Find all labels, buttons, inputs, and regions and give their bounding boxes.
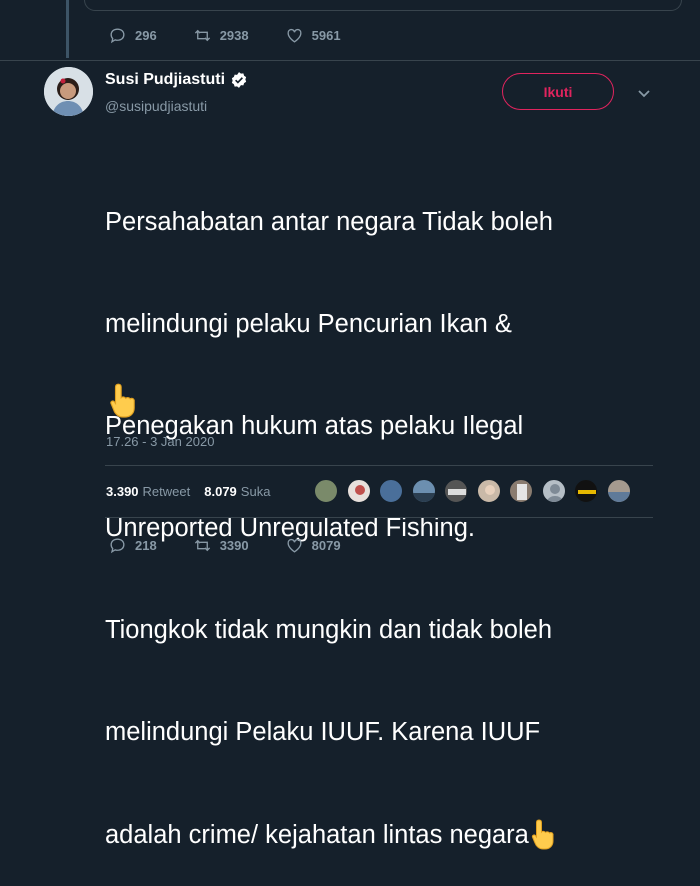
liker-avatar[interactable] [541, 479, 566, 503]
liker-avatar[interactable] [476, 479, 501, 503]
previous-tweet-action-bar: 296 2938 5961 [108, 26, 377, 45]
tweet-line: melindungi pelaku Pencurian Ikan & [105, 310, 512, 338]
liker-avatar[interactable] [574, 479, 598, 503]
point-up-hand-icon [110, 383, 135, 418]
verified-badge-icon [231, 72, 247, 88]
tweet-text: Persahabatan antar negara Tidak boleh me… [105, 137, 665, 886]
tweet-timestamp[interactable]: 17.26 - 3 Jan 2020 [106, 434, 214, 449]
liker-avatar[interactable] [314, 479, 338, 503]
point-up-hand-icon [531, 819, 554, 850]
liker-avatar[interactable] [606, 479, 631, 503]
engagement-stats: 3.390 Retweet 8.079 Suka [106, 484, 284, 499]
heart-icon [287, 538, 302, 553]
avatar[interactable] [44, 67, 93, 116]
retweet-icon [194, 29, 210, 42]
stats-divider-top [105, 465, 653, 466]
reply-icon [110, 28, 125, 44]
reply-button[interactable]: 296 [108, 26, 157, 45]
likes-label[interactable]: Suka [241, 484, 271, 499]
tweet-line-text: adalah crime/ kejahatan lintas negara [105, 821, 529, 849]
liker-avatar[interactable] [509, 479, 533, 503]
tweet-line: melindungi Pelaku IUUF. Karena IUUF [105, 718, 541, 746]
chevron-down-icon[interactable] [636, 86, 652, 102]
follow-button[interactable]: Ikuti [502, 73, 614, 110]
like-count: 8079 [311, 538, 341, 553]
liker-avatar[interactable] [444, 479, 468, 503]
likers-avatars [314, 479, 639, 503]
like-count: 5961 [311, 28, 341, 43]
retweet-icon [194, 539, 210, 552]
liker-avatar[interactable] [411, 479, 436, 503]
section-divider [0, 60, 700, 61]
author-handle[interactable]: @susipudjiastuti [105, 98, 207, 114]
retweets-label[interactable]: Retweet [143, 484, 191, 499]
reply-button[interactable]: 218 [108, 536, 157, 555]
stats-divider-bottom [105, 517, 653, 518]
retweets-count[interactable]: 3.390 [106, 484, 139, 499]
reply-icon [110, 538, 125, 554]
reply-count: 218 [135, 538, 157, 553]
retweet-count: 3390 [219, 538, 249, 553]
heart-icon [287, 28, 302, 43]
author-name-row: Susi Pudjiastuti [105, 71, 248, 89]
retweet-button[interactable]: 2938 [193, 26, 249, 45]
liker-avatar[interactable] [346, 479, 371, 503]
tweet-line: adalah crime/ kejahatan lintas negara [105, 817, 665, 852]
tweet-line: Tiongkok tidak mungkin dan tidak boleh [105, 616, 552, 644]
tweet-line: Persahabatan antar negara Tidak boleh [105, 208, 553, 236]
thread-connector-line [66, 0, 69, 58]
likes-count[interactable]: 8.079 [204, 484, 237, 499]
tweet-action-bar: 218 3390 8079 [108, 536, 377, 555]
like-button[interactable]: 8079 [285, 536, 341, 555]
reply-count: 296 [135, 28, 157, 43]
retweet-count: 2938 [219, 28, 249, 43]
author-name[interactable]: Susi Pudjiastuti [105, 71, 225, 89]
liker-avatar[interactable] [379, 479, 403, 503]
like-button[interactable]: 5961 [285, 26, 341, 45]
retweet-button[interactable]: 3390 [193, 536, 249, 555]
previous-tweet-card-edge [84, 0, 682, 11]
